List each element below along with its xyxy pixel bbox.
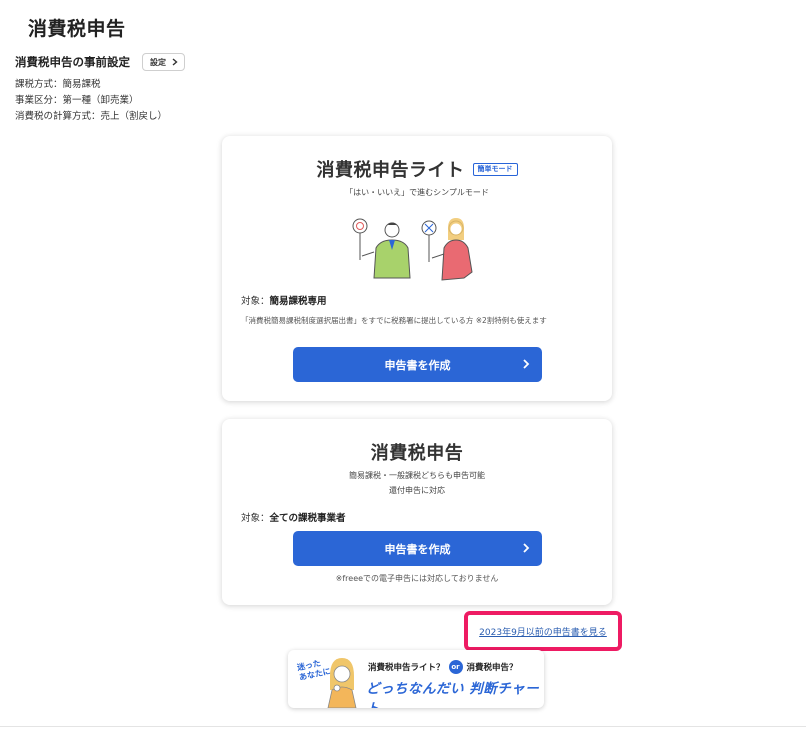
settings-item-business-class: 事業区分：第一種（卸売業） <box>15 95 139 106</box>
lite-card-subtitle: 「はい・いいえ」で進むシンプルモード <box>345 188 489 197</box>
full-create-button[interactable]: 申告書を作成 <box>293 531 542 566</box>
settings-item-tax-method: 課税方式：簡易課税 <box>15 79 101 90</box>
settings-item-calc-method: 消費税の計算方式：売上（割戻し） <box>15 111 168 122</box>
old-filings-highlight: 2023年9月以前の申告書を見る <box>464 611 622 651</box>
old-filings-link[interactable]: 2023年9月以前の申告書を見る <box>479 625 607 638</box>
full-card-footnote: ※freeeでの電子申告には対応しておりません <box>335 574 499 583</box>
full-card-subtitle-2: 還付申告に対応 <box>389 486 445 495</box>
lite-create-button-label: 申告書を作成 <box>384 358 451 372</box>
full-card-target: 対象：全ての課税事業者 <box>241 513 346 524</box>
settings-list: 課税方式：簡易課税 事業区分：第一種（卸売業） 消費税の計算方式：売上（割戻し） <box>15 77 167 125</box>
lite-card-note: 「消費税簡易課税制度選択届出書」をすでに税務署に提出している方 ※2割特例も使え… <box>241 316 547 325</box>
lite-card-target: 対象：簡易課税専用 <box>241 296 327 307</box>
full-card-subtitle-1: 簡易課税・一般課税どちらも申告可能 <box>349 471 485 480</box>
bottom-divider <box>0 726 806 727</box>
full-create-button-label: 申告書を作成 <box>384 542 451 556</box>
yes-no-people-illustration <box>352 218 473 281</box>
or-badge: or <box>448 660 463 674</box>
full-card: 消費税申告 簡易課税・一般課税どちらも申告可能 還付申告に対応 対象：全ての課税… <box>222 419 612 605</box>
banner-option-full: 消費税申告？ <box>466 663 518 673</box>
banner-option-lite: 消費税申告ライト？ <box>368 663 445 673</box>
settings-button-label: 設定 <box>150 57 166 67</box>
page-title: 消費税申告 <box>28 18 126 40</box>
lite-card-title: 消費税申告ライト <box>316 160 465 181</box>
settings-header: 消費税申告の事前設定 設定 <box>15 53 185 71</box>
chevron-right-icon <box>523 359 530 369</box>
lite-card: 消費税申告ライト 簡単モード 「はい・いいえ」で進むシンプルモード 対象：簡易課… <box>222 136 612 401</box>
settings-title: 消費税申告の事前設定 <box>15 55 130 69</box>
decision-chart-banner[interactable]: 迷った あなたに 消費税申告ライト？ or 消費税申告？ どっちなんだい 判断チ… <box>288 650 544 708</box>
easy-mode-badge: 簡単モード <box>472 162 518 176</box>
chevron-right-icon <box>523 543 530 553</box>
banner-options: 消費税申告ライト？ or 消費税申告？ <box>368 660 518 674</box>
thinking-woman-illustration <box>327 658 357 708</box>
full-card-title: 消費税申告 <box>370 443 464 464</box>
settings-button[interactable]: 設定 <box>142 53 185 71</box>
chevron-right-icon <box>172 58 178 66</box>
banner-headline: どっちなんだい 判断チャート <box>366 681 540 708</box>
lite-create-button[interactable]: 申告書を作成 <box>293 347 542 382</box>
